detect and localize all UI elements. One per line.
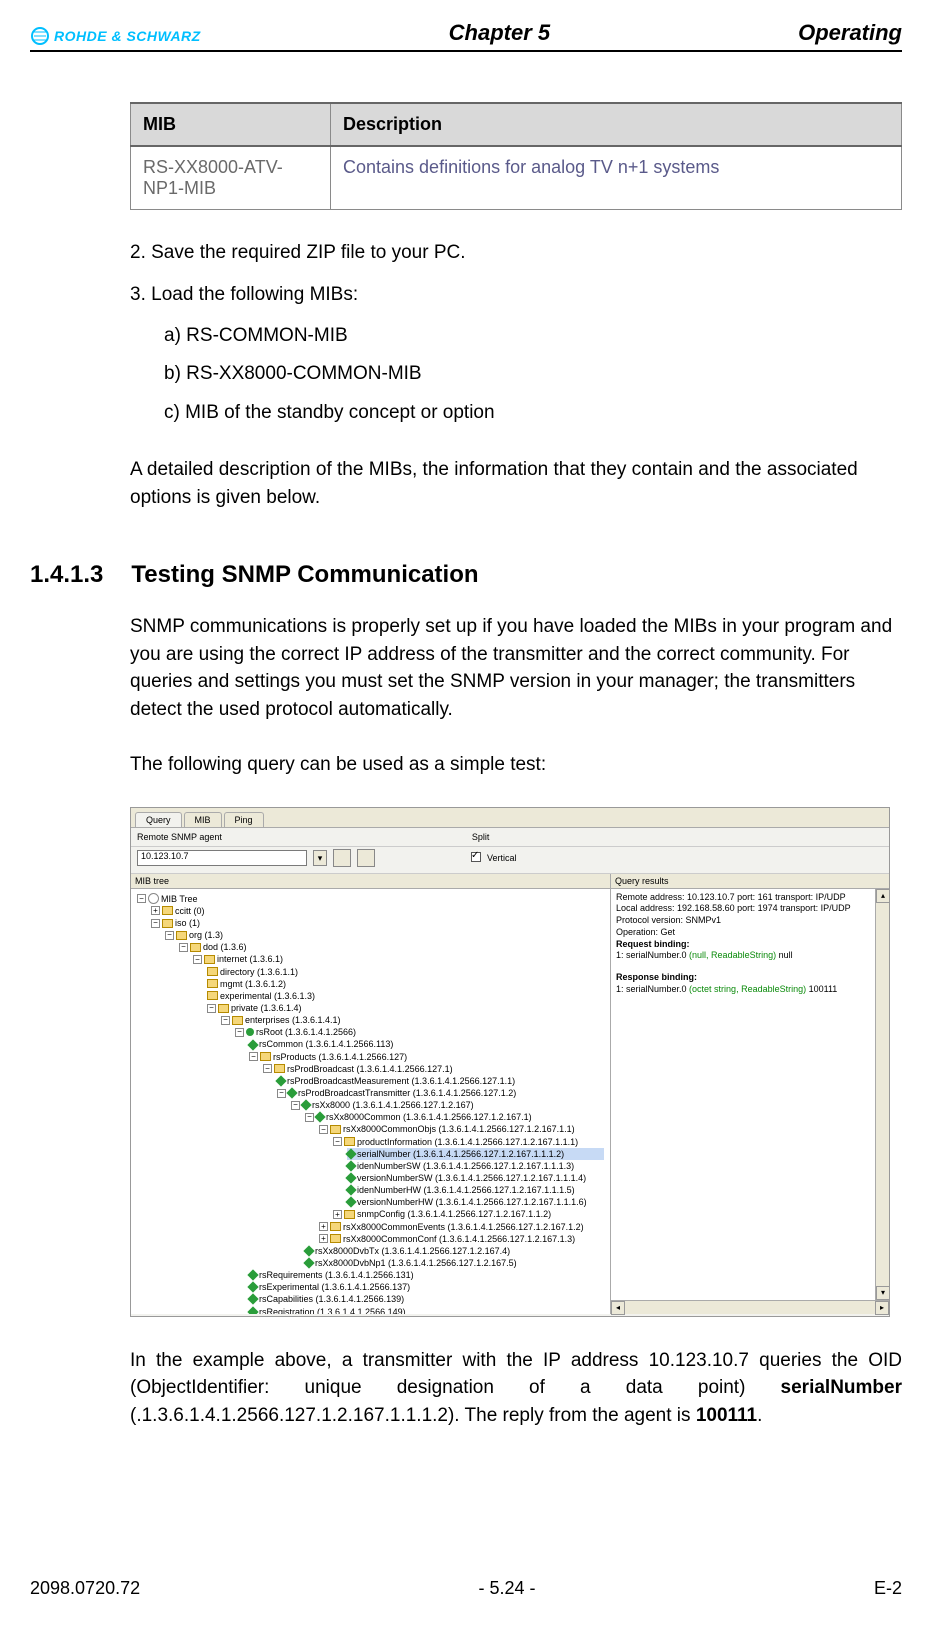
folder-icon xyxy=(204,955,215,964)
step-3c: c) MIB of the standby concept or option xyxy=(164,398,902,428)
leaf-icon xyxy=(314,1112,325,1123)
leaf-icon xyxy=(303,1257,314,1268)
test-intro: The following query can be used as a sim… xyxy=(130,751,902,779)
folder-icon xyxy=(330,1234,341,1243)
scroll-up-icon[interactable]: ▴ xyxy=(876,889,890,903)
leaf-icon xyxy=(247,1282,258,1293)
step-3a: a) RS-COMMON-MIB xyxy=(164,321,902,351)
section-number: 1.4.1.3 xyxy=(30,561,103,589)
folder-icon xyxy=(260,1052,271,1061)
step-3b: b) RS-XX8000-COMMON-MIB xyxy=(164,359,902,389)
folder-icon xyxy=(207,967,218,976)
split-label: Split xyxy=(472,832,490,842)
folder-icon xyxy=(190,943,201,952)
page-footer: 2098.0720.72 - 5.24 - E-2 xyxy=(30,1578,902,1599)
tree-selected-serialnumber[interactable]: serialNumber (1.3.6.1.4.1.2566.127.1.2.1… xyxy=(357,1148,564,1160)
folder-icon xyxy=(207,979,218,988)
leaf-icon xyxy=(345,1148,356,1159)
leaf-icon xyxy=(247,1039,258,1050)
desc-col-header: Description xyxy=(331,103,902,146)
snmp-app-window: Query MIB Ping Remote SNMP agent Split 1… xyxy=(130,807,890,1317)
toolbar-button-1[interactable] xyxy=(333,849,351,867)
mib-tree-pane: MIB tree − MIB Tree + ccitt (0) − iso (1… xyxy=(131,874,611,1314)
leaf-icon xyxy=(286,1087,297,1098)
leaf-icon xyxy=(345,1197,356,1208)
chapter-label: Chapter 5 xyxy=(449,20,550,46)
brand-text: ROHDE & SCHWARZ xyxy=(54,28,201,44)
query-results-pane: Query results ▴ ▾ Remote address: 10.123… xyxy=(611,874,889,1314)
leaf-icon xyxy=(247,1294,258,1305)
folder-icon xyxy=(162,906,173,915)
leaf-icon xyxy=(345,1160,356,1171)
query-results-header: Query results xyxy=(611,874,889,889)
footer-left: 2098.0720.72 xyxy=(30,1578,140,1599)
page-title: Operating xyxy=(798,20,902,46)
mib-col-header: MIB xyxy=(131,103,331,146)
vertical-scrollbar[interactable]: ▴ ▾ xyxy=(875,889,889,1300)
toolbar-button-2[interactable] xyxy=(357,849,375,867)
tab-query[interactable]: Query xyxy=(135,812,182,827)
leaf-icon xyxy=(247,1270,258,1281)
leaf-icon xyxy=(247,1306,258,1314)
folder-icon xyxy=(218,1004,229,1013)
leaf-icon xyxy=(303,1245,314,1256)
scroll-right-icon[interactable]: ▸ xyxy=(875,1301,889,1315)
query-results-body: ▴ ▾ Remote address: 10.123.10.7 port: 16… xyxy=(611,889,889,1300)
step-2: 2. Save the required ZIP file to your PC… xyxy=(130,238,902,268)
leaf-icon xyxy=(300,1100,311,1111)
snmp-intro: SNMP communications is properly set up i… xyxy=(130,613,902,723)
brand-icon xyxy=(30,26,50,46)
node-icon xyxy=(246,1028,254,1036)
mib-cell: RS-XX8000-ATV-NP1-MIB xyxy=(131,146,331,210)
step-3: 3. Load the following MIBs: a) RS-COMMON… xyxy=(130,280,902,428)
tab-mib[interactable]: MIB xyxy=(184,812,222,827)
scroll-down-icon[interactable]: ▾ xyxy=(876,1286,890,1300)
scroll-left-icon[interactable]: ◂ xyxy=(611,1301,625,1315)
folder-icon xyxy=(330,1222,341,1231)
folder-icon xyxy=(207,991,218,1000)
vertical-label: Vertical xyxy=(487,853,517,863)
leaf-icon xyxy=(345,1172,356,1183)
folder-icon xyxy=(330,1125,341,1134)
tab-ping[interactable]: Ping xyxy=(224,812,264,827)
remote-agent-label: Remote SNMP agent xyxy=(137,832,222,842)
folder-icon xyxy=(176,931,187,940)
section-heading: 1.4.1.3 Testing SNMP Communication xyxy=(30,561,902,589)
table-row: RS-XX8000-ATV-NP1-MIB Contains definitio… xyxy=(131,146,902,210)
vertical-checkbox[interactable] xyxy=(471,852,481,862)
mib-table: MIB Description RS-XX8000-ATV-NP1-MIB Co… xyxy=(130,102,902,210)
footer-center: - 5.24 - xyxy=(479,1578,536,1599)
page-header: ROHDE & SCHWARZ Chapter 5 Operating xyxy=(30,20,902,52)
horizontal-scrollbar[interactable]: ◂ ▸ xyxy=(611,1300,889,1314)
folder-icon xyxy=(344,1210,355,1219)
folder-icon xyxy=(162,919,173,928)
folder-icon xyxy=(232,1016,243,1025)
mib-tree[interactable]: − MIB Tree + ccitt (0) − iso (1) − org (… xyxy=(131,889,610,1314)
steps-list: 2. Save the required ZIP file to your PC… xyxy=(130,238,902,428)
folder-icon xyxy=(274,1064,285,1073)
tree-root-icon xyxy=(148,893,159,904)
folder-icon xyxy=(344,1137,355,1146)
footer-right: E-2 xyxy=(874,1578,902,1599)
ip-dropdown-icon[interactable]: ▾ xyxy=(313,850,327,866)
leaf-icon xyxy=(345,1185,356,1196)
mib-note: A detailed description of the MIBs, the … xyxy=(130,456,902,511)
brand-logo: ROHDE & SCHWARZ xyxy=(30,26,201,46)
app-tabs: Query MIB Ping xyxy=(131,808,889,828)
mib-tree-header: MIB tree xyxy=(131,874,610,889)
desc-cell: Contains definitions for analog TV n+1 s… xyxy=(331,146,902,210)
example-description: In the example above, a transmitter with… xyxy=(130,1347,902,1430)
section-title: Testing SNMP Communication xyxy=(131,561,478,589)
leaf-icon xyxy=(275,1075,286,1086)
ip-address-input[interactable]: 10.123.10.7 xyxy=(137,850,307,866)
